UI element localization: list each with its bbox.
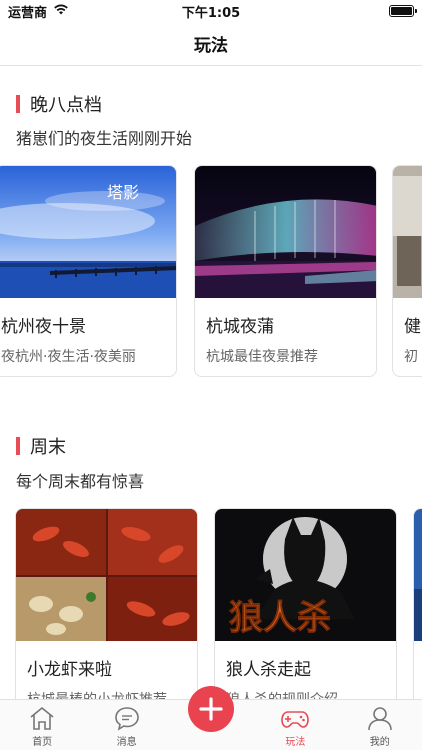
plus-icon [198, 696, 224, 722]
section-subtitle: 猪崽们的夜生活刚刚开始 [16, 129, 193, 148]
section-subtitle: 每个周末都有惊喜 [16, 472, 145, 491]
section-accent-bar [16, 95, 20, 113]
tab-label: 首页 [32, 737, 53, 748]
card-image-lake-night: 塔影 [0, 166, 176, 298]
card-image-fountain [195, 166, 376, 298]
card-hangzhou-nightlife[interactable]: 杭城夜蒲 杭城最佳夜景推荐 [194, 165, 377, 377]
card-image-crayfish [16, 509, 197, 641]
card-desc: 初 [404, 349, 418, 365]
page-title: 玩法 [194, 36, 228, 56]
card-werewolf[interactable]: 狼人杀 狼人杀走起 狼人杀的规则介绍 [214, 508, 397, 699]
create-button[interactable] [187, 686, 234, 732]
card-partial-health[interactable]: 健 初 [392, 165, 422, 377]
tab-label: 玩法 [285, 737, 306, 748]
card-image-werewolf: 狼人杀 [215, 509, 396, 641]
card-title: 狼人杀走起 [226, 660, 311, 680]
battery-icon [389, 5, 417, 17]
card-desc: 夜杭州·夜生活·夜美丽 [1, 349, 136, 365]
tab-messages[interactable]: 消息 [84, 700, 168, 750]
card-title: 健 [404, 317, 421, 337]
section-title: 晚八点档 [30, 95, 102, 116]
status-bar: 运营商 下午1:05 [0, 0, 422, 22]
card-hangzhou-night[interactable]: 塔影 杭州夜十景 夜杭州·夜生活·夜美丽 [0, 165, 177, 377]
profile-icon [366, 705, 394, 731]
tab-play[interactable]: 玩法 [253, 700, 337, 750]
tab-create[interactable] [169, 686, 253, 750]
section-accent-bar [16, 437, 20, 455]
status-time: 下午1:05 [181, 5, 241, 21]
card-image-overlay-text: 狼人杀 [229, 598, 331, 638]
card-image-partial [414, 509, 422, 641]
tab-bar: 首页 消息 玩法 我的 [0, 686, 422, 750]
card-partial-next[interactable] [413, 508, 422, 699]
tab-profile[interactable]: 我的 [338, 700, 422, 750]
card-title: 小龙虾来啦 [27, 660, 112, 680]
card-title: 杭城夜蒲 [206, 317, 274, 337]
card-image-overlay-text: 塔影 [107, 183, 139, 202]
wifi-icon [53, 3, 69, 19]
main-content[interactable]: 晚八点档 猪崽们的夜生活刚刚开始 塔影 杭州夜十景 夜杭州·夜生活·夜美丽 杭城… [0, 67, 422, 699]
tab-home[interactable]: 首页 [0, 700, 84, 750]
card-image-room [393, 166, 422, 298]
card-title: 杭州夜十景 [1, 317, 86, 337]
section-title: 周末 [30, 437, 66, 458]
gamepad-icon [280, 705, 310, 731]
card-desc: 杭城最棒的小龙虾推荐 [27, 689, 167, 699]
card-desc: 杭城最佳夜景推荐 [206, 349, 318, 365]
tab-label: 我的 [369, 737, 390, 748]
card-crayfish[interactable]: 小龙虾来啦 杭城最棒的小龙虾推荐 [15, 508, 198, 699]
card-desc: 狼人杀的规则介绍 [226, 689, 338, 699]
section-header: 周末 [16, 433, 66, 459]
section-header: 晚八点档 [16, 91, 102, 117]
home-icon [28, 705, 56, 731]
status-left: 运营商 [8, 2, 69, 21]
navigation-bar: 玩法 [0, 22, 422, 66]
tab-label: 消息 [116, 737, 137, 748]
message-icon [113, 705, 141, 731]
carrier-label: 运营商 [8, 5, 48, 21]
